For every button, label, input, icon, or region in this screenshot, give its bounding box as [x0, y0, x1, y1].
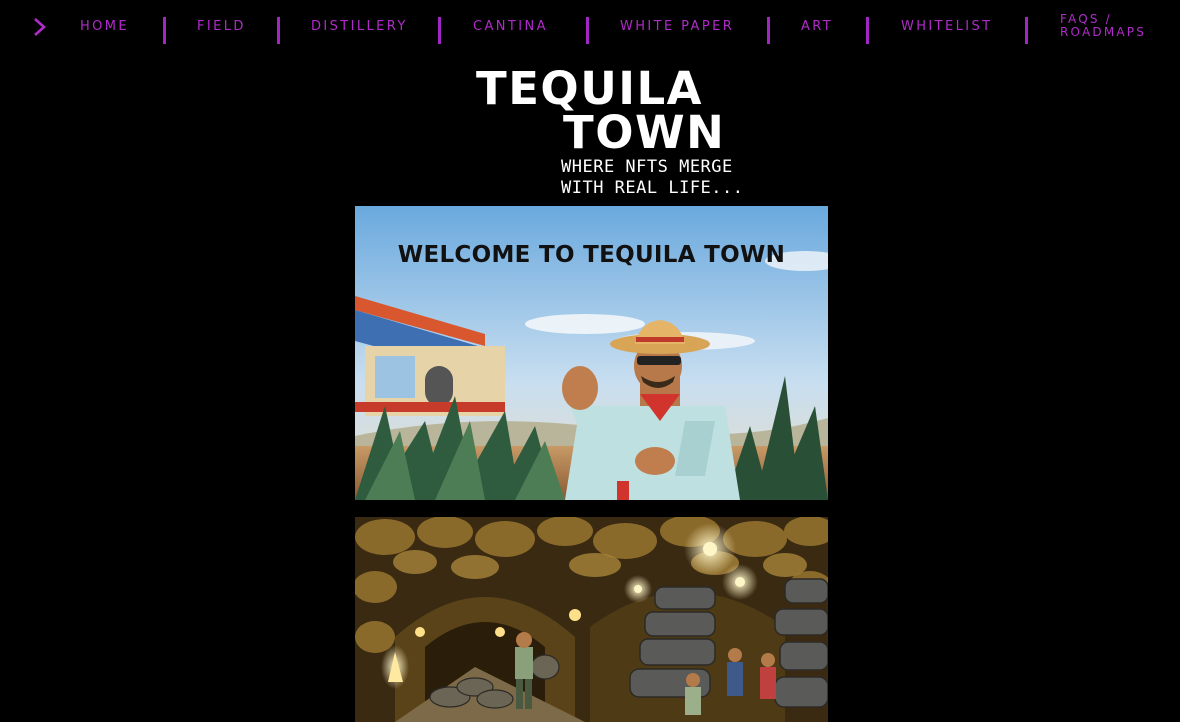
tagline-line-2: WITH REAL LIFE... — [561, 178, 744, 198]
nav-item-field[interactable]: FIELD — [197, 18, 246, 36]
logo-line-town: TOWN — [563, 106, 726, 159]
nav-item-whitelist[interactable]: WHITELIST — [901, 18, 993, 36]
cellar-illustration — [355, 517, 828, 722]
nav-separator — [586, 17, 589, 44]
nav-item-home[interactable]: HOME — [80, 18, 129, 36]
nav-item-art[interactable]: ART — [801, 18, 833, 36]
chevron-right-icon[interactable] — [31, 16, 49, 38]
nav-item-white-paper[interactable]: WHITE PAPER — [620, 18, 734, 36]
tagline-line-1: WHERE NFTS MERGE — [561, 157, 733, 177]
nav-separator — [438, 17, 441, 44]
welcome-banner-title: WELCOME TO TEQUILA TOWN — [397, 242, 786, 268]
top-navigation: HOME FIELD DISTILLERY CANTINA WHITE PAPE… — [0, 0, 1180, 56]
welcome-banner-image: WELCOME TO TEQUILA TOWN — [355, 206, 828, 500]
nav-item-roadmaps-label: ROADMAPS — [1060, 25, 1147, 39]
distillery-cellar-image — [355, 517, 828, 722]
nav-item-faqs-roadmaps[interactable]: FAQS / ROADMAPS — [1060, 13, 1146, 39]
nav-separator — [767, 17, 770, 44]
nav-separator — [163, 17, 166, 44]
nav-separator — [1025, 17, 1028, 44]
nav-item-distillery[interactable]: DISTILLERY — [311, 18, 408, 36]
site-tagline: WHERE NFTS MERGE WITH REAL LIFE... — [561, 157, 744, 199]
nav-separator — [277, 17, 280, 44]
nav-separator — [866, 17, 869, 44]
nav-item-cantina[interactable]: CANTINA — [473, 18, 548, 36]
